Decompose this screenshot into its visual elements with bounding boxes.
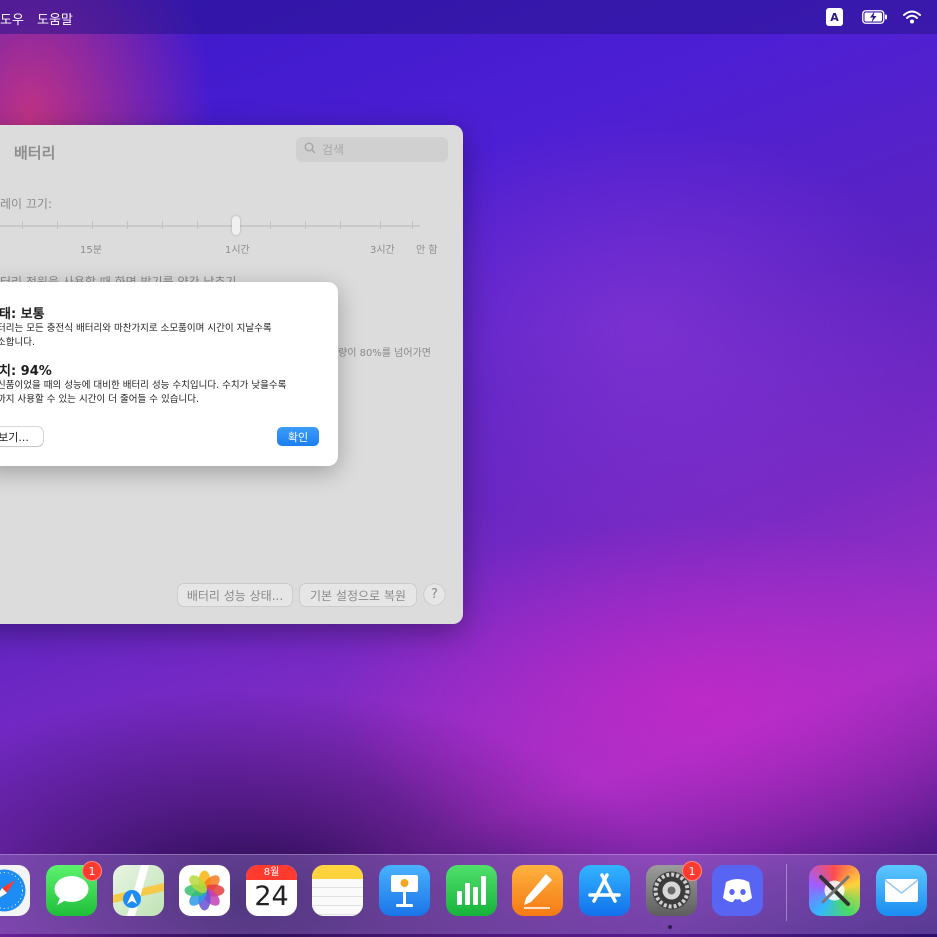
photos-icon[interactable] <box>179 865 230 916</box>
search-icon <box>304 142 316 157</box>
learn-more-button[interactable]: 보기... <box>0 427 43 446</box>
running-indicator <box>668 925 672 929</box>
tick-label-15min: 15분 <box>80 245 102 256</box>
battery-health-sheet: 태: 보통 터리는 모든 충전식 배터리와 마찬가지로 소모품이며 시간이 지날… <box>0 282 338 466</box>
display-off-slider[interactable] <box>0 225 420 227</box>
pages-icon[interactable] <box>512 865 563 916</box>
mail-icon[interactable] <box>876 865 927 916</box>
help-button[interactable]: ? <box>424 584 445 605</box>
slider-tick <box>412 221 413 229</box>
discord-icon[interactable] <box>712 865 763 916</box>
keynote-icon[interactable] <box>379 865 430 916</box>
battery-status-heading: 태: 보통 <box>0 307 45 322</box>
optimized-charging-text: 량이 80%를 넘어가면 <box>338 348 431 359</box>
slider-tick <box>22 221 23 229</box>
colorsync-utility-icon[interactable] <box>809 865 860 916</box>
max-capacity-heading: 치: 94% <box>0 364 52 379</box>
calendar-month: 8월 <box>246 865 297 880</box>
keyboard-input-icon[interactable]: A <box>826 8 843 26</box>
ok-button[interactable]: 확인 <box>277 427 319 446</box>
slider-tick <box>127 221 128 229</box>
system-preferences-badge: 1 <box>682 861 702 881</box>
slider-tick <box>340 221 341 229</box>
max-capacity-text-1: 신품이었을 때의 성능에 대비한 배터리 성능 수치입니다. 수치가 낮을수록 <box>0 380 287 391</box>
max-capacity-text-2: 까지 사용할 수 있는 시간이 더 줄어들 수 있습니다. <box>0 394 199 405</box>
messages-badge: 1 <box>82 861 102 881</box>
numbers-icon[interactable] <box>446 865 497 916</box>
slider-tick <box>57 221 58 229</box>
battery-health-button[interactable]: 배터리 성능 상태... <box>178 584 292 606</box>
tick-label-never: 안 함 <box>416 245 438 256</box>
calendar-icon[interactable]: 8월 24 <box>246 865 297 916</box>
slider-knob[interactable] <box>232 216 240 235</box>
dock-separator <box>786 864 787 921</box>
maps-icon[interactable] <box>113 865 164 916</box>
wifi-icon[interactable] <box>903 8 921 26</box>
search-placeholder: 검색 <box>322 143 345 157</box>
slider-tick <box>270 221 271 229</box>
slider-tick <box>197 221 198 229</box>
slider-tick <box>380 221 381 229</box>
calendar-day: 24 <box>254 881 289 912</box>
slider-tick <box>92 221 93 229</box>
tick-label-1h: 1시간 <box>225 245 250 256</box>
battery-status-text-2: 소합니다. <box>0 337 35 348</box>
menu-bar: 도우 도움말 A <box>0 0 937 34</box>
menu-window[interactable]: 도우 <box>0 9 24 28</box>
safari-icon[interactable] <box>0 865 30 916</box>
menu-help[interactable]: 도움말 <box>37 9 73 28</box>
display-off-label: 레이 끄기: <box>0 197 53 211</box>
slider-tick <box>305 221 306 229</box>
notes-icon[interactable] <box>312 865 363 916</box>
battery-charging-icon[interactable] <box>862 8 888 26</box>
tick-label-3h: 3시간 <box>370 245 395 256</box>
app-store-icon[interactable] <box>579 865 630 916</box>
search-field[interactable]: 검색 <box>296 137 448 162</box>
slider-tick <box>162 221 163 229</box>
restore-defaults-button[interactable]: 기본 설정으로 복원 <box>300 584 416 606</box>
battery-status-text-1: 터리는 모든 충전식 배터리와 마찬가지로 소모품이며 시간이 지날수록 <box>0 323 272 334</box>
window-title: 배터리 <box>14 144 56 162</box>
